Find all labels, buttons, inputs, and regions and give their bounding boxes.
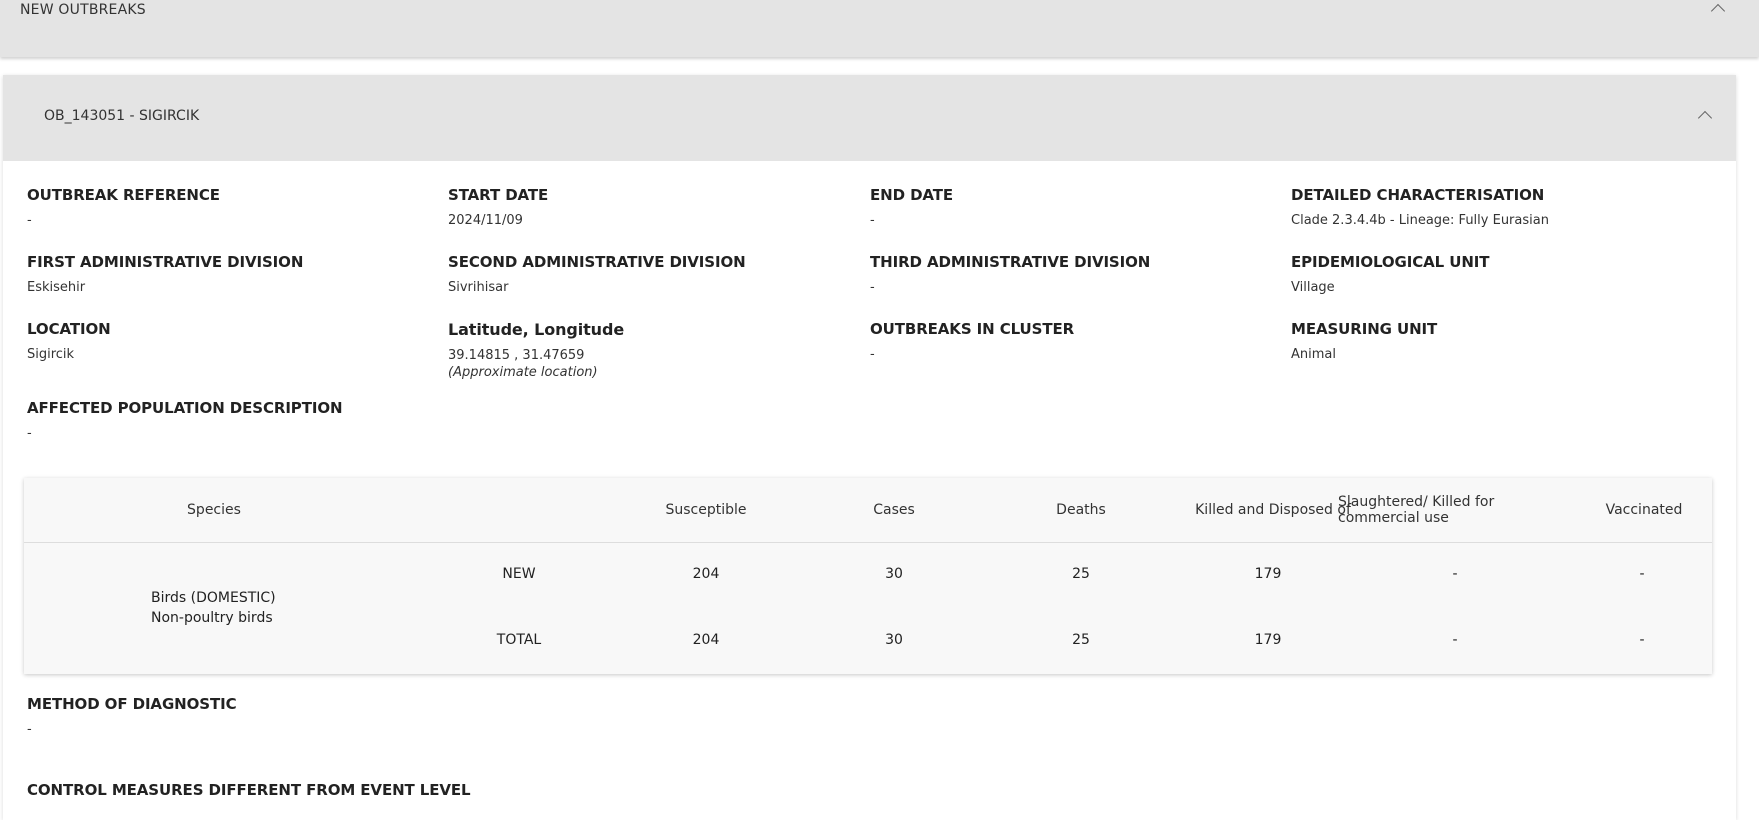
field-label: OUTBREAKS IN CLUSTER [870,320,1075,338]
field-value: - [870,213,875,228]
field-value: - [27,426,32,441]
outbreak-card-header[interactable]: OB_143051 - SIGIRCIK [3,75,1736,161]
species-table: Species Susceptible Cases Deaths Killed … [24,478,1712,674]
species-cell: Birds (DOMESTIC) Non-poultry birds [151,588,276,628]
outbreak-title: OB_143051 - SIGIRCIK [44,108,200,124]
cell-killed: 179 [1254,632,1282,648]
field-measuring-unit: MEASURING UNIT Animal [1291,320,1437,362]
field-label: EPIDEMIOLOGICAL UNIT [1291,253,1490,271]
field-third-admin-division: THIRD ADMINISTRATIVE DIVISION - [870,253,1150,295]
cell-deaths: 25 [1072,632,1090,648]
field-lat-long: Latitude, Longitude 39.14815 , 31.47659 … [448,320,624,380]
field-label: AFFECTED POPULATION DESCRIPTION [27,399,343,417]
field-outbreak-reference: OUTBREAK REFERENCE - [27,186,220,228]
field-end-date: END DATE - [870,186,953,228]
field-label: SECOND ADMINISTRATIVE DIVISION [448,253,746,271]
header-species: Species [187,502,241,518]
cell-deaths: 25 [1072,566,1090,582]
field-value: 39.14815 , 31.47659 [448,348,585,363]
field-label: DETAILED CHARACTERISATION [1291,186,1545,204]
field-first-admin-division: FIRST ADMINISTRATIVE DIVISION Eskisehir [27,253,303,295]
field-value: Sivrihisar [448,280,509,295]
chevron-up-icon[interactable] [1697,110,1713,126]
field-label: FIRST ADMINISTRATIVE DIVISION [27,253,304,271]
field-detailed-characterisation: DETAILED CHARACTERISATION Clade 2.3.4.4b… [1291,186,1549,228]
field-value: - [27,213,32,228]
field-value: Clade 2.3.4.4b - Lineage: Fully Eurasian [1291,213,1549,228]
approximate-location-note: (Approximate location) [448,365,598,380]
field-value: Sigircik [27,347,75,362]
cell-slaughtered: - [1452,632,1458,648]
field-value: - [870,347,875,362]
cell-vaccinated: - [1639,632,1645,648]
cell-vaccinated: - [1639,566,1645,582]
field-label: LOCATION [27,320,111,338]
field-label: END DATE [870,186,954,204]
cell-cases: 30 [885,566,903,582]
species-name: Birds (DOMESTIC) [151,590,276,606]
field-label: OUTBREAK REFERENCE [27,186,220,204]
field-label: Latitude, Longitude [448,320,625,339]
row-type: TOTAL [496,632,542,648]
field-value: Animal [1291,347,1336,362]
field-label: START DATE [448,186,549,204]
cell-slaughtered: - [1452,566,1458,582]
new-outbreaks-section-header[interactable]: NEW OUTBREAKS [0,0,1759,57]
field-control-measures: CONTROL MEASURES DIFFERENT FROM EVENT LE… [27,781,471,799]
field-value: - [27,722,32,737]
cell-susceptible: 204 [692,632,720,648]
field-label: MEASURING UNIT [1291,320,1438,338]
field-value: - [870,280,875,295]
header-slaughtered: Slaughtered/ Killed for commercial use [1338,494,1495,526]
field-label: METHOD OF DIAGNOSTIC [27,695,237,713]
field-second-admin-division: SECOND ADMINISTRATIVE DIVISION Sivrihisa… [448,253,746,295]
cell-cases: 30 [885,632,903,648]
field-epidemiological-unit: EPIDEMIOLOGICAL UNIT Village [1291,253,1490,295]
field-method-of-diagnostic: METHOD OF DIAGNOSTIC - [27,695,237,737]
cell-killed: 179 [1254,566,1282,582]
field-outbreaks-in-cluster: OUTBREAKS IN CLUSTER - [870,320,1074,362]
cell-susceptible: 204 [692,566,720,582]
field-value: 2024/11/09 [448,213,523,228]
field-label: CONTROL MEASURES DIFFERENT FROM EVENT LE… [27,781,471,799]
header-vaccinated: Vaccinated [1605,502,1683,518]
field-value: Eskisehir [27,280,86,295]
field-location: LOCATION Sigircik [27,320,111,362]
section-title: NEW OUTBREAKS [20,2,146,18]
species-type: Non-poultry birds [151,610,273,626]
field-affected-population: AFFECTED POPULATION DESCRIPTION - [27,399,343,441]
field-value: Village [1291,280,1335,295]
chevron-up-icon[interactable] [1710,3,1726,19]
table-header: Species Susceptible Cases Deaths Killed … [24,478,1712,543]
row-type: NEW [502,566,536,582]
field-label: THIRD ADMINISTRATIVE DIVISION [870,253,1151,271]
field-start-date: START DATE 2024/11/09 [448,186,548,228]
